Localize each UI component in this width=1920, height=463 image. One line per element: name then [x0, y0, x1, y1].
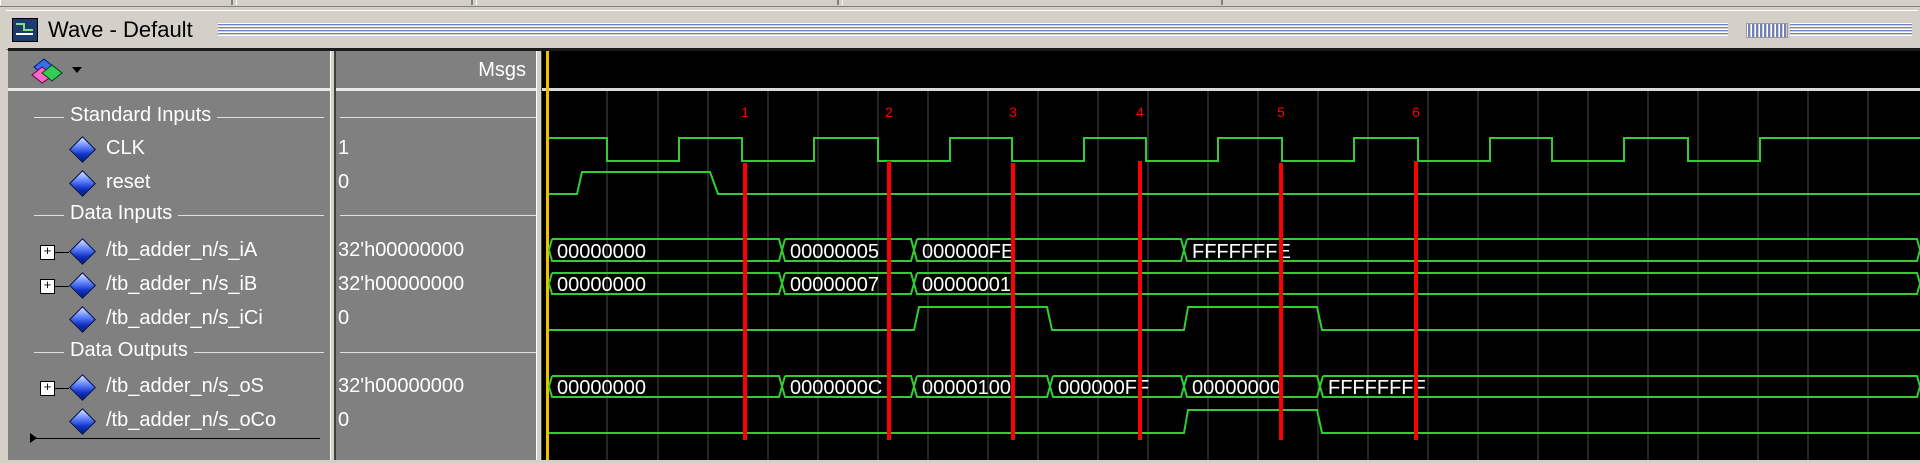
cursor-label-1: 1: [741, 104, 749, 120]
row-pointer-icon: [30, 433, 37, 443]
bus-s-os-value-label: 00000000: [557, 377, 646, 399]
cursor-label-5: 5: [1277, 104, 1285, 120]
top-strip-segment: [842, 0, 1223, 5]
cursor-label-6: 6: [1412, 104, 1420, 120]
bus-s-os-value-label: 00000000: [1192, 377, 1281, 399]
wave-header-separator: [542, 88, 1920, 91]
tree-connector: [55, 388, 69, 389]
wave-window-titlebar[interactable]: Wave - Default: [6, 10, 1918, 50]
signal-name-s-ib[interactable]: /tb_adder_n/s_iB: [106, 273, 257, 296]
bus-s-ia-value-label: 00000005: [790, 241, 879, 263]
signal-name-s-ici[interactable]: /tb_adder_n/s_iCi: [106, 307, 263, 330]
waveform-pane[interactable]: 00000000 00000005 000000FE FFFFFFFE 00000000…: [542, 51, 1920, 460]
signal-name-s-ia[interactable]: /tb_adder_n/s_iA: [106, 239, 257, 262]
bus-s-ia-value-label: FFFFFFFE: [1192, 241, 1291, 263]
values-header: Msgs: [336, 51, 536, 91]
top-strip-segment: [236, 0, 473, 5]
expand-plus-icon[interactable]: +: [40, 279, 55, 294]
tree-connector: [55, 286, 69, 287]
group-label-data-inputs[interactable]: Data Inputs: [64, 202, 179, 225]
signal-name-s-oco[interactable]: /tb_adder_n/s_oCo: [106, 409, 276, 432]
bus-s-ia-segment: [1182, 238, 1920, 262]
cursor-label-4: 4: [1136, 104, 1144, 120]
title-dock-handle[interactable]: [1746, 23, 1788, 38]
s-ici-waveform: [549, 306, 1920, 331]
time-origin-marker: [546, 51, 549, 460]
bus-s-os-value-label: 00000100: [922, 377, 1011, 399]
signal-name-clk[interactable]: CLK: [106, 137, 145, 160]
top-strip-segment: [476, 0, 839, 5]
s-oco-waveform: [549, 409, 1920, 434]
bus-s-os-value-label: 0000000C: [790, 377, 882, 399]
bus-s-ia-value-label: 000000FE: [922, 241, 1014, 263]
bus-s-ib: 00000000 00000007 00000001: [547, 272, 1920, 296]
names-header: [8, 51, 330, 91]
reset-waveform: [549, 171, 1920, 195]
window-top-strip: [0, 0, 1920, 7]
msgs-column-header: Msgs: [478, 59, 526, 81]
wave-window-icon[interactable]: [12, 18, 38, 42]
top-strip-segment: [0, 0, 233, 5]
group-divider-line: [340, 352, 536, 353]
group-label-standard-inputs[interactable]: Standard Inputs: [64, 104, 218, 127]
signal-value-s-ici: 0: [338, 307, 350, 329]
signal-name-s-os[interactable]: /tb_adder_n/s_oS: [106, 375, 264, 398]
expand-plus-icon[interactable]: +: [40, 245, 55, 260]
clk-waveform: [549, 137, 1920, 162]
tree-connector: [55, 252, 69, 253]
cursor-label-2: 2: [885, 104, 893, 120]
signal-value-s-os: 32'h00000000: [338, 375, 465, 397]
waveform-canvas[interactable]: 00000000 00000005 000000FE FFFFFFFE00000000…: [542, 51, 1920, 460]
signal-toolbar-icon[interactable]: [30, 57, 70, 85]
signal-value-s-oco: 0: [338, 409, 350, 431]
bus-s-os-value-label: FFFFFFFF: [1328, 377, 1426, 399]
bus-s-ib-value-label: 00000000: [557, 274, 646, 296]
cursor-label-3: 3: [1009, 104, 1017, 120]
signal-value-s-ia: 32'h00000000: [338, 239, 465, 261]
chevron-down-icon[interactable]: [72, 67, 82, 73]
bus-s-ib-value-label: 00000007: [790, 274, 879, 296]
group-divider-line: [340, 215, 536, 216]
window-title: Wave - Default: [48, 17, 193, 42]
signal-value-s-ib: 32'h00000000: [338, 273, 465, 295]
group-label-data-outputs[interactable]: Data Outputs: [64, 339, 194, 362]
bus-s-os: 00000000 0000000C 00000100 000000FF 00000000…: [547, 375, 1920, 399]
group-divider-line: [340, 117, 536, 118]
bus-s-os-value-label: 000000FF: [1058, 377, 1149, 399]
title-drag-grip-right[interactable]: [1790, 23, 1912, 36]
title-drag-grip[interactable]: [218, 23, 1728, 36]
bus-s-ib-value-label: 00000001: [922, 274, 1011, 296]
bus-s-ia: 00000000 00000005 000000FE FFFFFFFE: [547, 238, 1920, 263]
bus-s-ia-value-label: 00000000: [557, 241, 646, 263]
signal-name-reset[interactable]: reset: [106, 171, 150, 194]
expand-plus-icon[interactable]: +: [40, 381, 55, 396]
signal-value-reset: 0: [338, 171, 350, 193]
signal-value-clk: 1: [338, 137, 350, 159]
selected-row-underline: [34, 438, 320, 439]
